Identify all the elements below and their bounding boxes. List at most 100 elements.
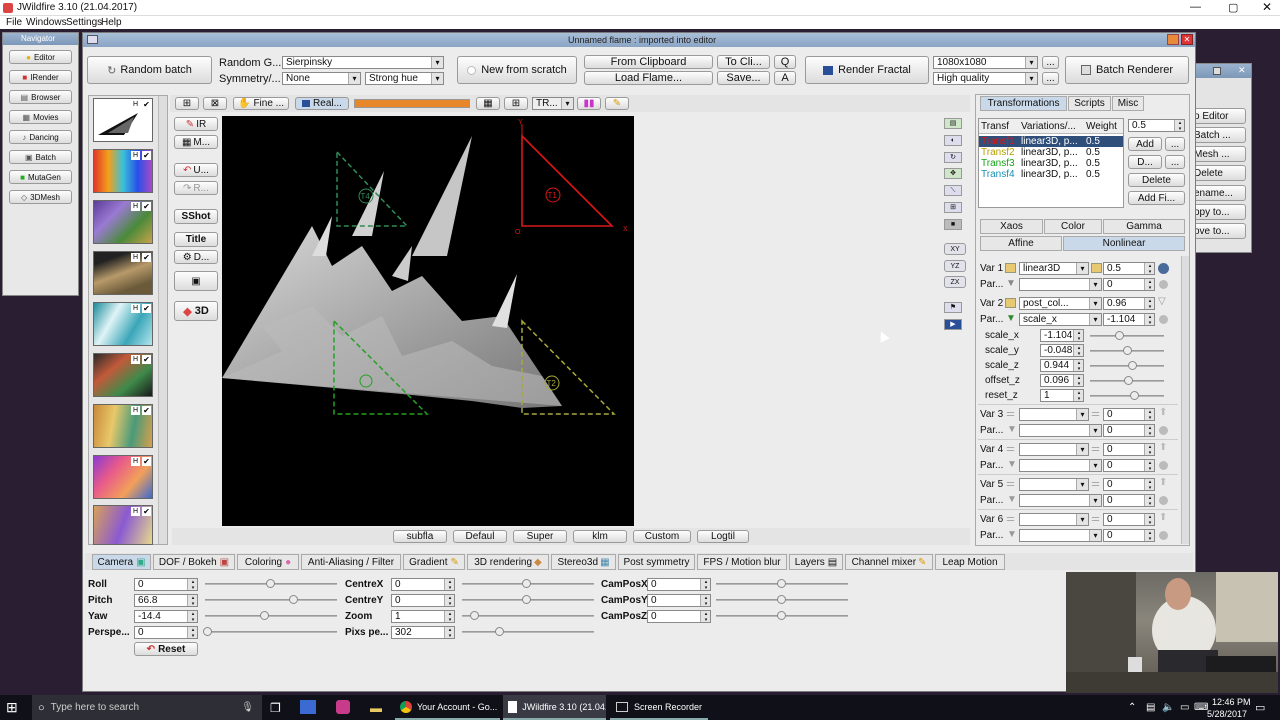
check-icon[interactable]: ✔ <box>142 457 151 466</box>
tab-dof[interactable]: DOF / Bokeh ▣ <box>153 554 235 570</box>
tab-fps-motion-blur[interactable]: FPS / Motion blur <box>697 554 787 570</box>
editor-menu-icon[interactable] <box>87 35 98 44</box>
screenshot-button[interactable]: SShot <box>174 209 218 224</box>
xy-button[interactable]: XY <box>944 243 966 255</box>
pixels-per-unit-slider[interactable] <box>462 627 594 636</box>
nav-batch-button[interactable]: ▣ Batch <box>9 150 72 164</box>
add-more-button[interactable]: ... <box>1165 137 1185 151</box>
clock-time[interactable]: 12:46 PM <box>1212 697 1251 707</box>
tab-scripts[interactable]: Scripts <box>1068 96 1111 111</box>
pencil-icon[interactable] <box>1005 298 1016 308</box>
var-select[interactable] <box>1019 443 1089 456</box>
realtime-button[interactable]: Real... <box>295 97 349 110</box>
yaw-input[interactable]: -14.4 <box>134 610 198 623</box>
menu-help[interactable]: Help <box>101 17 122 28</box>
check-icon[interactable]: ✔ <box>142 355 151 364</box>
back-window-close-icon[interactable]: ✕ <box>1238 65 1246 76</box>
var-value[interactable]: 0 <box>1103 408 1155 421</box>
thumbnail-3[interactable]: H ✔ <box>93 200 153 244</box>
var-value[interactable]: 0 <box>1103 443 1155 456</box>
thumbnail-8[interactable]: H ✔ <box>93 455 153 499</box>
hide-icon[interactable]: H <box>131 304 140 313</box>
var-select[interactable] <box>1019 408 1089 421</box>
up-arrow-icon[interactable]: ⬆ <box>1159 407 1167 418</box>
tab-coloring[interactable]: Coloring ● <box>237 554 299 570</box>
close-icon[interactable]: ✕ <box>1262 0 1272 14</box>
layout-button-1[interactable]: ▦ <box>476 97 500 110</box>
back-delete-button[interactable]: Delete <box>1190 165 1246 181</box>
3d-button[interactable]: ◆ 3D <box>174 301 218 321</box>
tab-misc[interactable]: Misc <box>1112 96 1144 111</box>
camposy-slider[interactable] <box>716 595 848 604</box>
menu-settings[interactable]: Settings <box>66 17 102 28</box>
reset-button[interactable]: ↶ Reset <box>134 642 198 656</box>
tray-up-icon[interactable]: ⌃ <box>1128 695 1136 720</box>
new-from-scratch-button[interactable]: New from scratch <box>457 56 577 84</box>
par-value[interactable]: 0 <box>1103 459 1155 472</box>
var-select[interactable] <box>1019 513 1089 526</box>
thumbnail-2[interactable]: H ✔ <box>93 149 153 193</box>
pixels-per-unit-input[interactable]: 302 <box>391 626 455 639</box>
d-button[interactable]: ⚙ D... <box>174 250 218 264</box>
network-icon[interactable]: ▤ <box>1146 695 1155 720</box>
zoom-input[interactable]: 1 <box>391 610 455 623</box>
random-batch-button[interactable]: ↻ Random batch <box>87 56 212 84</box>
tr-select[interactable]: TR... <box>532 97 574 110</box>
zx-button[interactable]: ZX <box>944 276 966 288</box>
camposx-slider[interactable] <box>716 579 848 588</box>
quality-select[interactable]: High quality <box>933 72 1038 85</box>
stop-icon[interactable]: ■ <box>944 219 962 230</box>
param-value[interactable]: -0.048 <box>1040 344 1084 357</box>
param-value[interactable]: 0.096 <box>1040 374 1084 387</box>
back-batch-button[interactable]: Batch ... <box>1190 127 1246 143</box>
centrex-slider[interactable] <box>462 579 594 588</box>
tab-3d-rendering[interactable]: 3D rendering ◆ <box>467 554 549 570</box>
tab-transformations[interactable]: Transformations <box>980 96 1067 111</box>
table-row[interactable]: Transf2 linear3D, p... 0.5 <box>979 147 1123 158</box>
random-icon[interactable]: ◐ <box>944 135 962 146</box>
param-slider[interactable] <box>1090 376 1164 385</box>
check-icon[interactable]: ✔ <box>142 406 151 415</box>
default-button[interactable]: Defaul <box>453 530 507 543</box>
transform-icon[interactable]: ⊞ <box>944 202 962 213</box>
a-button[interactable]: A <box>774 71 796 85</box>
par1-value[interactable]: 0 <box>1103 278 1155 291</box>
table-row[interactable]: Transf3 linear3D, p... 0.5 <box>979 158 1123 169</box>
back-mesh-button[interactable]: Mesh ... <box>1190 146 1246 162</box>
resolution-select[interactable]: 1080x1080 <box>933 56 1038 69</box>
thumbnail-9[interactable]: H ✔ <box>93 505 153 545</box>
tab-xaos[interactable]: Xaos <box>980 219 1043 234</box>
param-value[interactable]: -1.104 <box>1040 329 1084 342</box>
tab-leap-motion[interactable]: Leap Motion <box>935 554 1005 570</box>
tab-stereo3d[interactable]: Stereo3d ▦ <box>551 554 616 570</box>
centrex-input[interactable]: 0 <box>391 578 455 591</box>
tab-color[interactable]: Color <box>1044 219 1102 234</box>
info-icon[interactable] <box>1158 263 1169 274</box>
q-button[interactable]: Q <box>774 55 796 69</box>
hide-icon[interactable]: H <box>131 457 140 466</box>
up-arrow-icon[interactable]: ⬆ <box>1159 512 1167 523</box>
param-slider[interactable] <box>1090 331 1164 340</box>
resolution-more-button[interactable]: ... <box>1042 56 1059 69</box>
param-value[interactable]: 1 <box>1040 389 1084 402</box>
table-row[interactable]: Transf4 linear3D, p... 0.5 <box>979 169 1123 180</box>
paint-tool-button[interactable]: ✎ <box>605 97 629 110</box>
var-value[interactable]: 0 <box>1103 513 1155 526</box>
pitch-input[interactable]: 66.8 <box>134 594 198 607</box>
minimize-icon[interactable]: — <box>1190 1 1201 13</box>
back-move-button[interactable]: ove to... <box>1190 223 1246 239</box>
thumbnail-scrollbar[interactable] <box>158 96 167 544</box>
tab-affine[interactable]: Affine <box>980 236 1062 251</box>
volume-icon[interactable]: 🔈 <box>1162 695 1174 720</box>
add-transform-button[interactable]: Add <box>1128 137 1162 151</box>
menu-file[interactable]: File <box>6 17 22 28</box>
par-value[interactable]: 0 <box>1103 424 1155 437</box>
table-row[interactable]: Transf1 linear3D, p... 0.5 <box>979 136 1123 147</box>
cross-toggle-button[interactable]: ⊠ <box>203 97 227 110</box>
clock-date[interactable]: 5/28/2017 <box>1207 709 1247 719</box>
thumbnail-7[interactable]: H ✔ <box>93 404 153 448</box>
var1-select[interactable]: linear3D <box>1019 262 1089 275</box>
param-slider[interactable] <box>1090 346 1164 355</box>
editor-minimize-icon[interactable] <box>1167 34 1179 45</box>
tab-gamma[interactable]: Gamma <box>1103 219 1185 234</box>
